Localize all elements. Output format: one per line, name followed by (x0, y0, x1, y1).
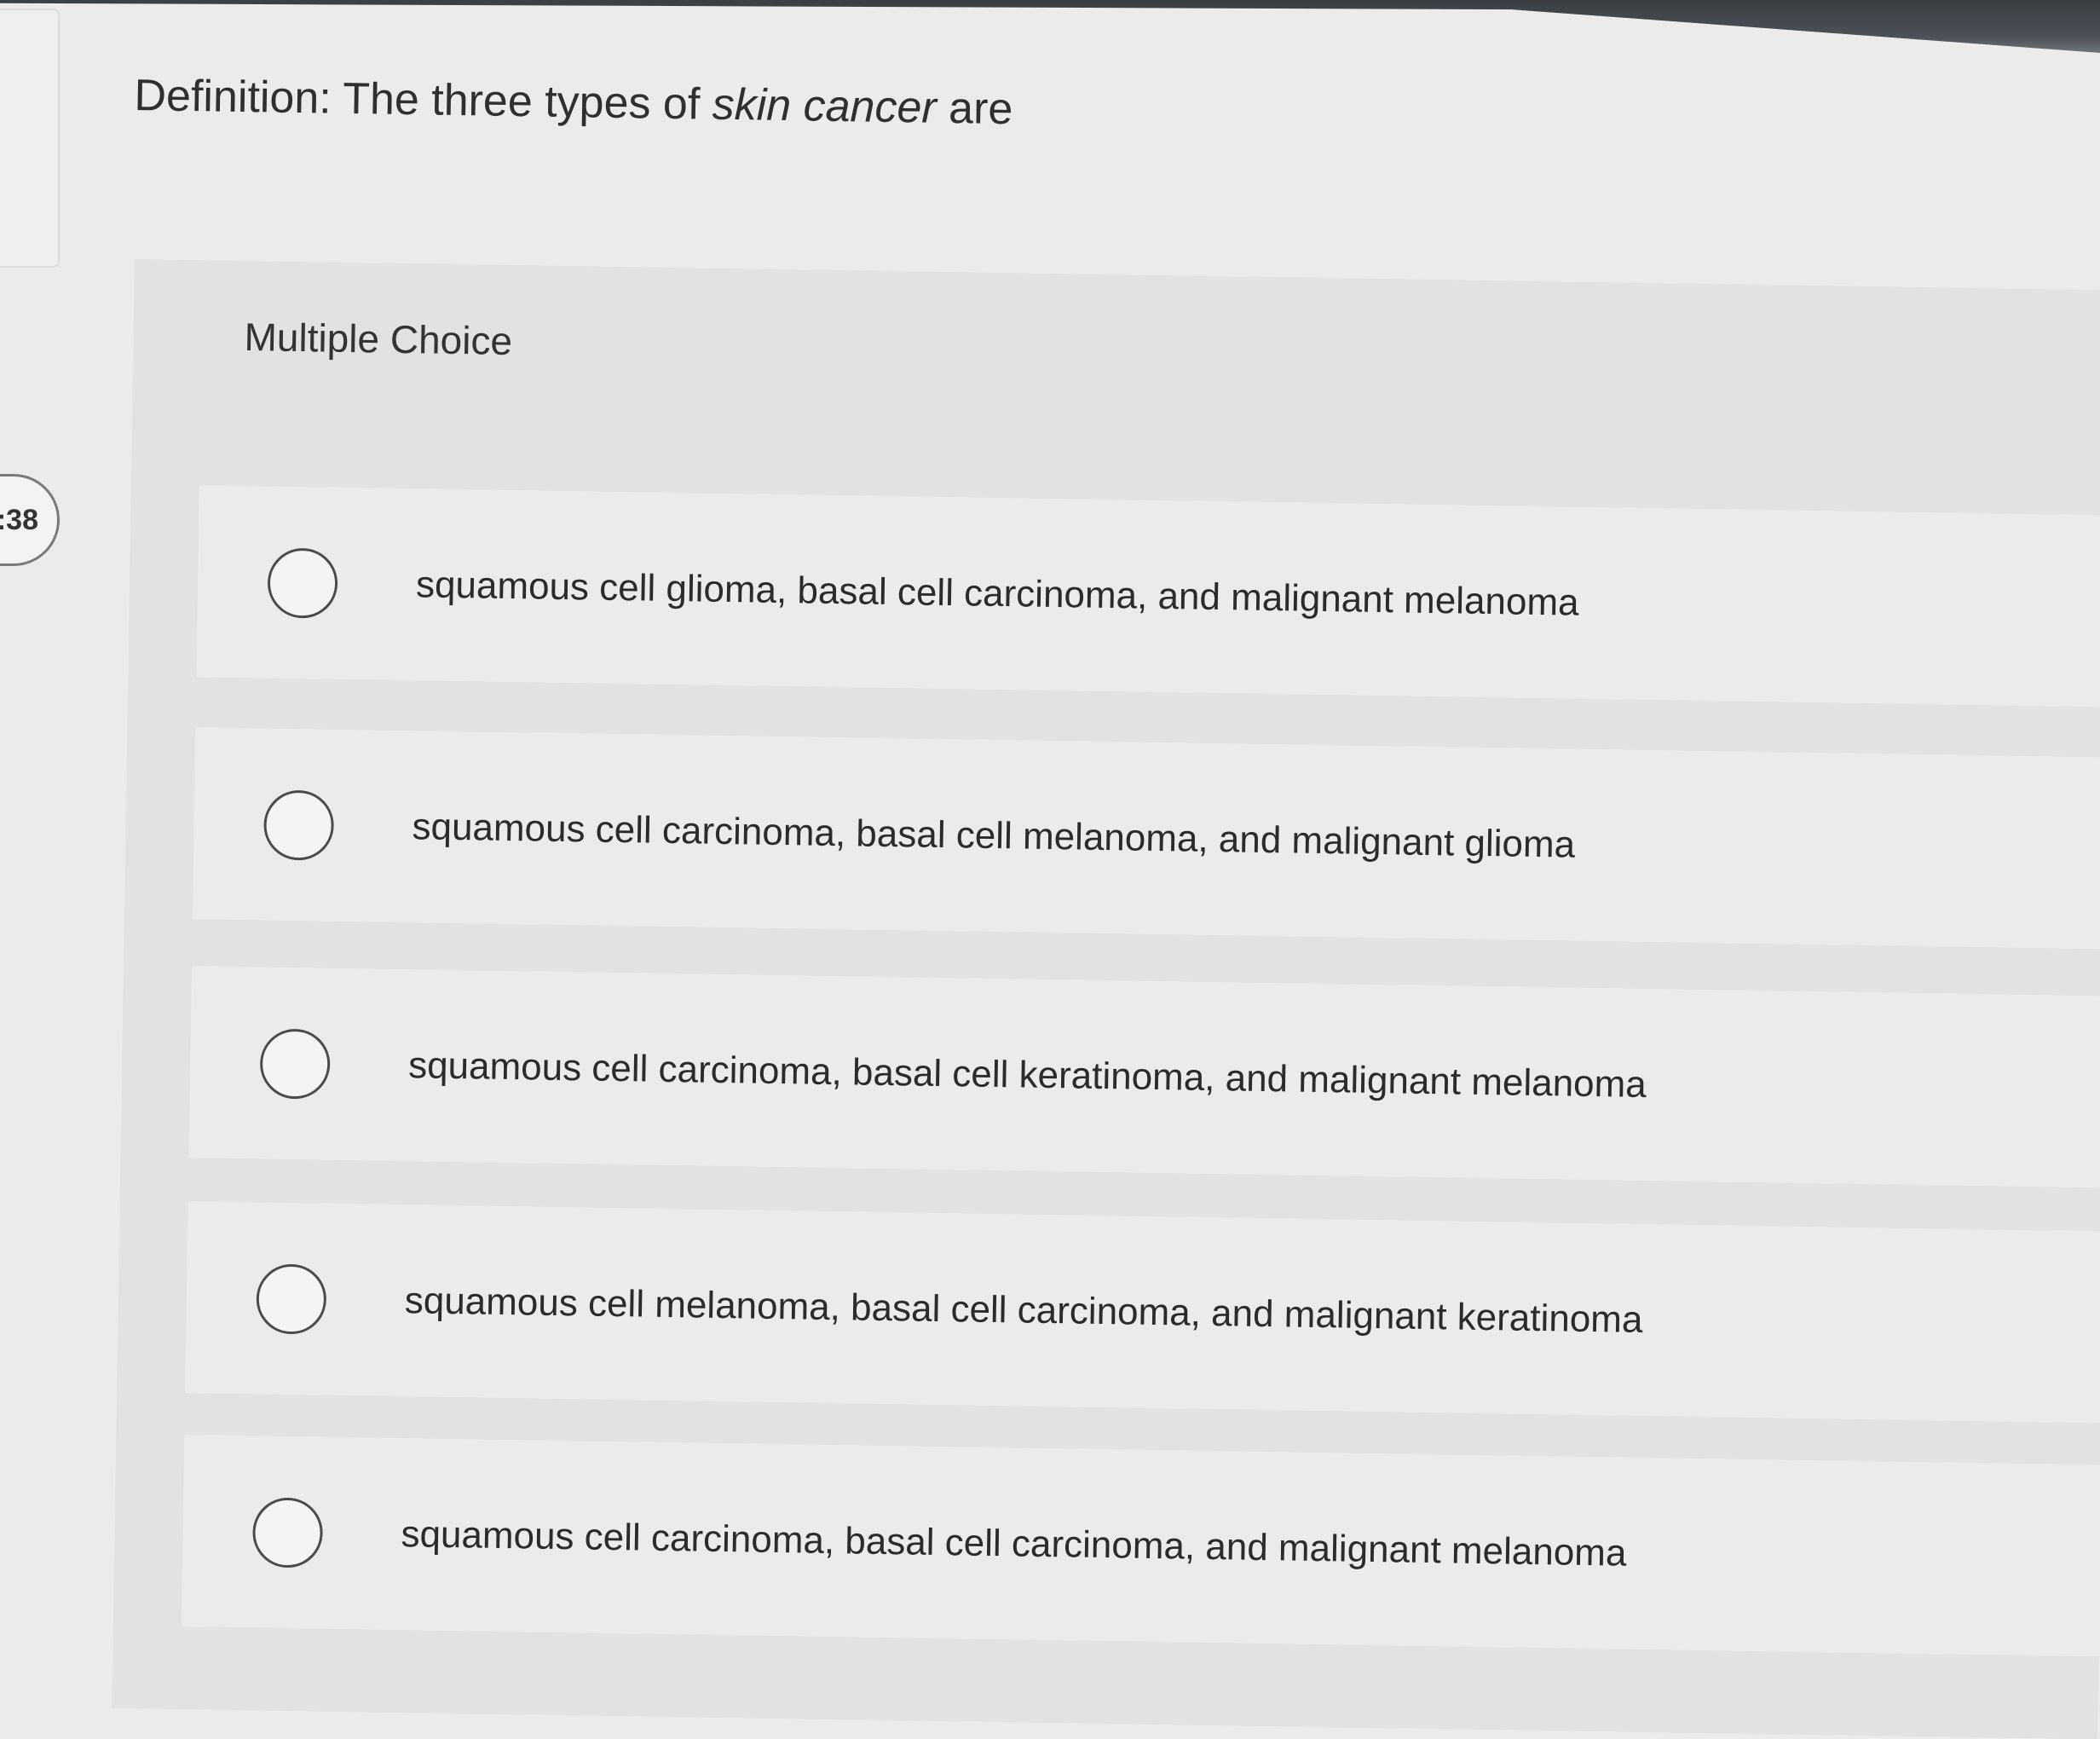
answer-option-3[interactable]: squamous cell carcinoma, basal cell kera… (188, 966, 2100, 1188)
radio-button[interactable] (267, 547, 338, 619)
answer-option-2[interactable]: squamous cell carcinoma, basal cell mela… (192, 727, 2100, 950)
answer-option-text[interactable]: squamous cell carcinoma, basal cell kera… (408, 1044, 1647, 1106)
answer-option-1[interactable]: squamous cell glioma, basal cell carcino… (196, 485, 2100, 708)
monitor-bezel (0, 0, 2100, 53)
answer-option-text[interactable]: squamous cell carcinoma, basal cell carc… (401, 1513, 1627, 1575)
answer-option-text[interactable]: squamous cell glioma, basal cell carcino… (416, 563, 1579, 624)
question-emphasis: skin cancer (712, 79, 938, 133)
answer-option-5[interactable]: squamous cell carcinoma, basal cell carc… (181, 1435, 2100, 1657)
question-suffix: are (936, 83, 1013, 135)
question-prefix: Definition: The three types of (134, 70, 713, 130)
radio-button[interactable] (262, 789, 335, 861)
timer-badge: :38 (0, 474, 60, 566)
timer-label: :38 (0, 503, 38, 536)
answer-option-text[interactable]: squamous cell melanoma, basal cell carci… (404, 1280, 1642, 1342)
answer-option-4[interactable]: squamous cell melanoma, basal cell carci… (185, 1201, 2100, 1424)
multiple-choice-label: Multiple Choice (244, 315, 513, 363)
radio-button[interactable] (259, 1027, 331, 1100)
question-prompt: Definition: The three types of skin canc… (134, 70, 1013, 135)
multiple-choice-panel: Multiple Choice squamous cell glioma, ba… (112, 259, 2100, 1739)
radio-button[interactable] (251, 1496, 324, 1569)
side-panel-card (0, 9, 60, 268)
answer-option-text[interactable]: squamous cell carcinoma, basal cell mela… (412, 806, 1575, 866)
radio-button[interactable] (256, 1262, 327, 1335)
